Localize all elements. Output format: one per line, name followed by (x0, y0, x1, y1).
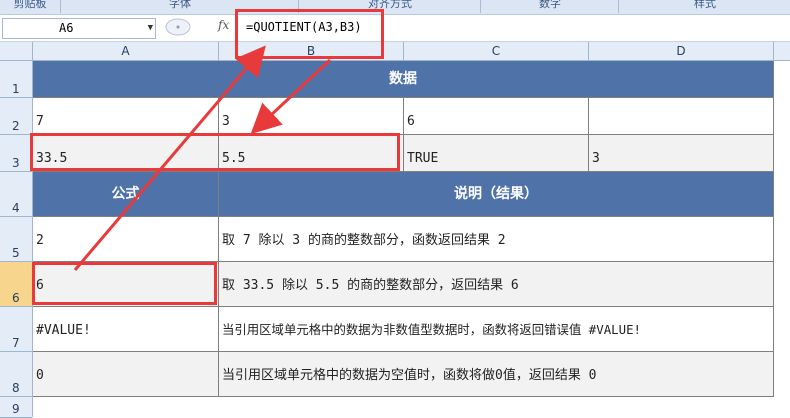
arrow-formula-to-operands (250, 58, 332, 135)
annotation-arrows (73, 45, 332, 271)
arrow-result-to-formula (73, 45, 266, 271)
